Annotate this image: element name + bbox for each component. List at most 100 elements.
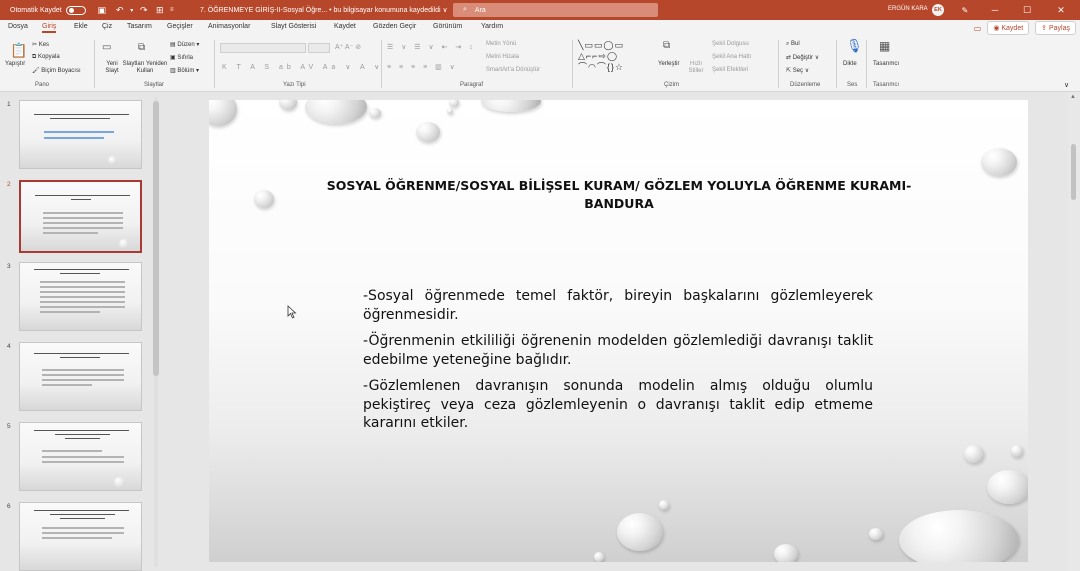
paste-icon[interactable]: 📋 [10,43,27,57]
tab-gorunum[interactable]: Görünüm [433,23,462,30]
thumb-text-line [34,353,129,355]
copy-button[interactable]: ⧉ Kopyala [32,54,60,61]
arrange-button[interactable]: Yerleştir [658,61,679,67]
record-button[interactable]: ◉ Kaydet [987,21,1030,35]
section-label: Bölüm [177,68,195,74]
share-button-label: Paylaş [1048,25,1070,32]
align-text-button[interactable]: Metni Hizala [486,54,519,60]
cut-button[interactable]: ✂ Kes [32,41,49,48]
thumbnails-scrollbar[interactable] [152,97,160,567]
undo-icon[interactable]: ↶ [114,5,126,16]
water-drop [981,148,1017,176]
new-slide-button[interactable]: Yeni Slayt [100,61,124,75]
avatar[interactable]: EK [932,4,944,16]
comments-icon[interactable]: ▭ [974,24,982,33]
voice-group-label: Ses [847,82,858,88]
slide-thumbnail[interactable] [19,422,142,491]
thumb-number: 5 [7,423,11,430]
reuse-slides-icon[interactable]: ⧉ [138,43,145,53]
text-direction-button[interactable]: Metin Yönü [486,41,516,47]
tab-gecisler[interactable]: Geçişler [167,23,193,30]
section-button[interactable]: ▥ Bölüm ▾ [170,67,199,74]
slide-body[interactable]: -Sosyal öğrenmede temel faktör, bireyin … [363,287,873,441]
slide-thumbnail-selected[interactable] [19,180,142,253]
tab-giris[interactable]: Giriş [42,23,57,33]
maximize-icon[interactable]: ☐ [1014,0,1040,20]
thumb-text-line [42,537,112,539]
thumb-number: 6 [7,503,11,510]
slide-canvas[interactable]: SOSYAL ÖĞRENME/SOSYAL BİLİŞSEL KURAM/ GÖ… [209,100,1028,562]
customize-qat-icon[interactable]: ≡ [166,7,178,13]
tab-ciz[interactable]: Çiz [102,23,112,30]
shape-effects-button[interactable]: Şekil Efektleri [712,67,748,73]
slide-thumbnail[interactable] [19,100,142,169]
save-icon[interactable]: ▣ [96,5,108,16]
shapes-gallery[interactable]: ╲▭▭◯▭ △⌐⌐⇨◯ ⌒◠⌒{}☆ [578,40,656,73]
tab-dosya[interactable]: Dosya [8,23,28,30]
slide-title[interactable]: SOSYAL ÖĞRENME/SOSYAL BİLİŞSEL KURAM/ GÖ… [304,177,934,213]
search-box[interactable]: ⌕ Ara [453,3,658,17]
slide-thumbnail[interactable] [19,342,142,411]
present-icon[interactable]: ⊞ [154,5,166,16]
ribbon-separator [778,40,779,88]
quick-styles-button[interactable]: Hızlı Stiller [684,61,708,75]
thumb-text-line [71,199,91,201]
scroll-thumb[interactable] [153,101,159,376]
slide-scrollbar[interactable]: ▲ [1068,92,1080,571]
tab-kaydet[interactable]: Kaydet [334,23,356,30]
scroll-thumb[interactable] [1071,144,1076,200]
tab-animasyonlar[interactable]: Animasyonlar [208,23,250,30]
font-style-buttons[interactable]: K T A S ab AV Aa ∨ A ∨ [222,63,383,71]
arrange-icon[interactable]: ⧉ [663,41,670,51]
minimize-icon[interactable]: ─ [982,0,1008,20]
designer-button[interactable]: Tasarımcı [873,61,899,67]
redo-icon[interactable]: ↷ [138,5,150,16]
bullet-text: -Sosyal öğrenmede temel faktör, bireyin … [363,288,873,323]
font-size-select[interactable] [308,43,330,53]
water-drop [774,544,798,562]
ribbon-separator [572,40,573,88]
list-buttons[interactable]: ☰ ∨ ☰ ∨ ⇤ ⇥ ↕ [387,43,476,51]
thumb-text-line [34,269,129,271]
tab-ekle[interactable]: Ekle [74,23,88,30]
replace-button[interactable]: ⇄ Değiştir ∨ [786,54,819,61]
reuse-slides-button[interactable]: Slaytları Yeniden Kullan [122,61,168,75]
share-button[interactable]: ⇪ Paylaş [1035,21,1076,35]
menu-bar: Dosya Giriş Ekle Çiz Tasarım Geçişler An… [0,20,1080,37]
select-button[interactable]: ⇱ Seç ∨ [786,67,809,74]
title-bar: Otomatik Kaydet ▣ ↶ ▾ ↷ ⊞ ≡ 7. ÖĞRENMEYE… [0,0,1080,20]
format-painter-button[interactable]: 🖌 Biçim Boyacısı [32,67,81,74]
microphone-icon[interactable]: 🎙 [846,39,863,52]
layout-button[interactable]: ▤ Düzen ▾ [170,41,199,48]
thumb-text-line [50,514,115,516]
ribbon-separator [94,40,95,88]
mouse-cursor-icon [287,305,297,319]
shape-outline-button[interactable]: Şekil Ana Hattı [712,54,751,60]
collapse-ribbon-icon[interactable]: ∨ [1064,81,1069,89]
designer-icon[interactable]: ▦ [879,40,890,52]
smartart-button[interactable]: SmartArt'a Dönüştür [486,67,540,73]
font-family-select[interactable] [220,43,306,53]
tab-tasarim[interactable]: Tasarım [127,23,152,30]
pen-icon[interactable]: ✎ [952,0,978,20]
slide-thumbnail[interactable] [19,262,142,331]
scroll-up-icon[interactable]: ▲ [1070,94,1076,100]
dictate-button[interactable]: Dikte [843,61,857,67]
align-buttons[interactable]: ≡ ≡ ≡ ≡ ▥ ∨ [387,63,458,71]
thumb-text-line [43,212,123,214]
find-button[interactable]: ⌕ Bul [786,41,800,48]
thumb-text-line [65,438,100,440]
new-slide-icon[interactable]: ▭ [102,43,111,53]
tab-slayt-gosterisi[interactable]: Slayt Gösterisi [271,23,316,30]
shape-fill-button[interactable]: Şekil Dolgusu [712,41,749,47]
reset-button[interactable]: ▣ Sıfırla [170,54,193,61]
font-size-controls[interactable]: A⁺ A⁻ ⊘ [335,43,361,51]
autosave-toggle[interactable] [65,5,86,15]
tab-yardim[interactable]: Yardım [481,23,503,30]
close-icon[interactable]: ✕ [1048,0,1074,20]
bullet-text: -Öğrenmenin etkililiği öğrenenin modelde… [363,333,873,368]
tab-gozden-gecir[interactable]: Gözden Geçir [373,23,416,30]
slide-thumbnail[interactable] [19,502,142,571]
undo-dropdown-icon[interactable]: ▾ [126,7,138,14]
paste-button[interactable]: Yapıştır [5,61,25,67]
